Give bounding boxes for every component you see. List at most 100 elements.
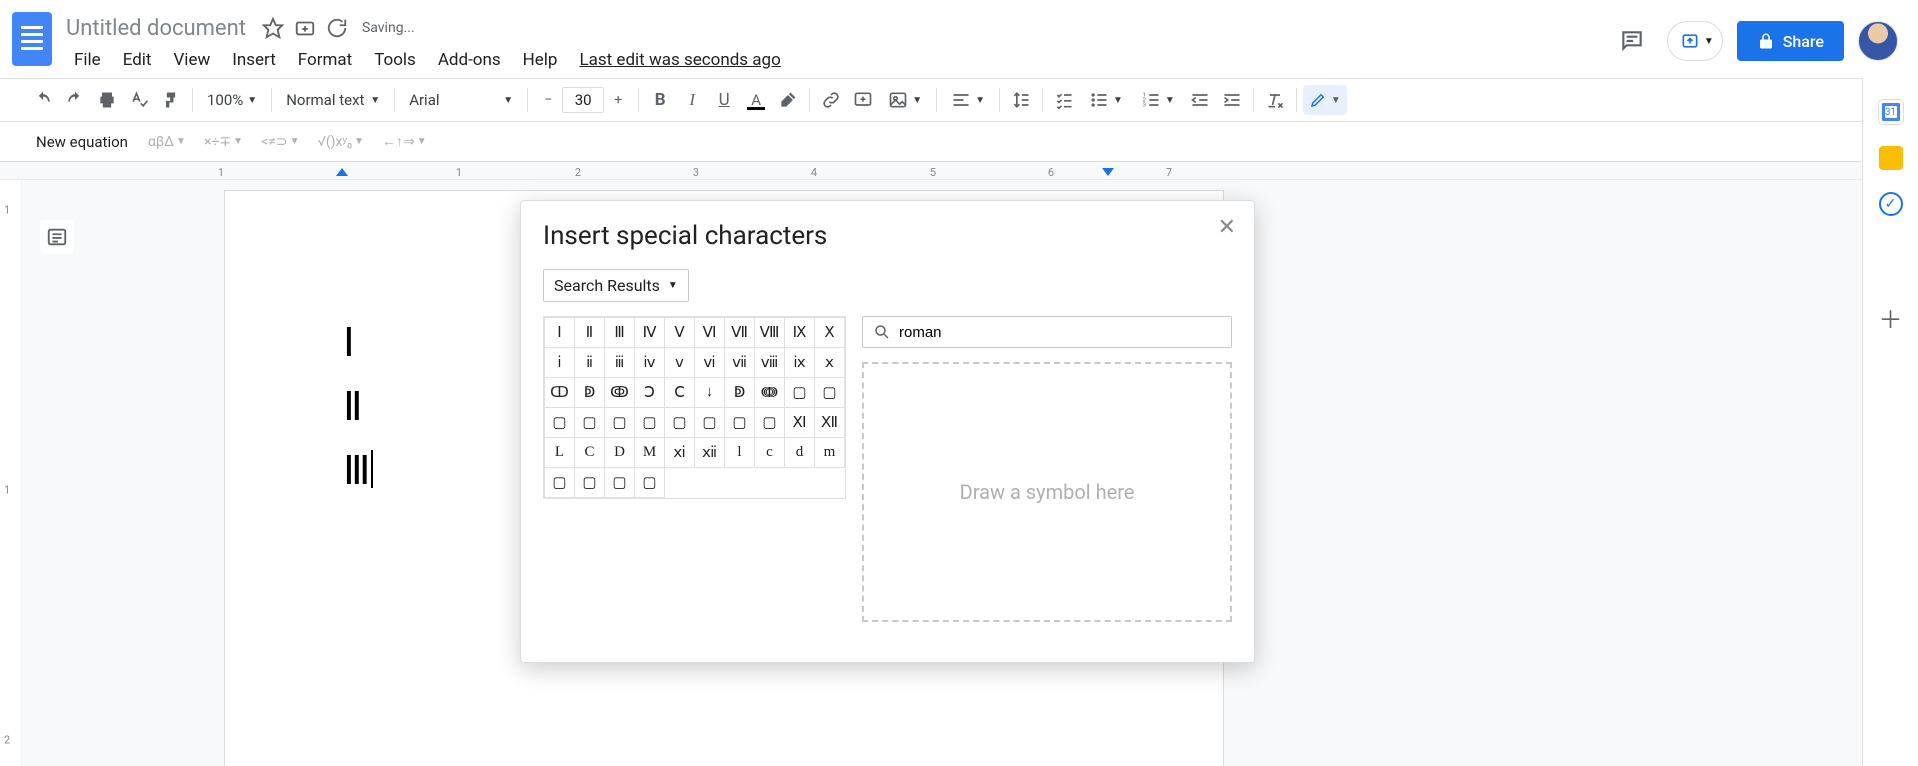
line-spacing-button[interactable] bbox=[1006, 85, 1036, 115]
character-cell[interactable]: ↁ bbox=[725, 378, 755, 408]
insert-image-button[interactable]: ▼ bbox=[880, 85, 930, 115]
eq-greek-dropdown[interactable]: αβΔ ▼ bbox=[142, 134, 192, 150]
character-cell[interactable]: ▢ bbox=[605, 468, 635, 498]
indent-left-marker[interactable] bbox=[336, 168, 348, 176]
character-cell[interactable]: ▢ bbox=[665, 408, 695, 438]
character-cell[interactable]: Ⅲ bbox=[605, 318, 635, 348]
character-cell[interactable]: ⅷ bbox=[755, 348, 785, 378]
indent-right-marker[interactable] bbox=[1102, 168, 1114, 176]
character-cell[interactable]: ▢ bbox=[725, 408, 755, 438]
clear-formatting-button[interactable] bbox=[1260, 85, 1290, 115]
category-dropdown[interactable]: Search Results ▼ bbox=[543, 269, 689, 302]
character-cell[interactable]: ⅱ bbox=[575, 348, 605, 378]
character-cell[interactable]: ⅹ bbox=[815, 348, 845, 378]
font-size-value[interactable]: 30 bbox=[562, 87, 604, 113]
character-cell[interactable]: ↀ bbox=[545, 378, 575, 408]
character-cell[interactable]: m bbox=[815, 438, 845, 468]
vertical-ruler[interactable]: 112 bbox=[0, 180, 22, 766]
editing-mode-button[interactable]: ▼ bbox=[1303, 85, 1347, 115]
eq-relations-dropdown[interactable]: <≠⊃ ▼ bbox=[255, 134, 305, 150]
character-cell[interactable]: ▢ bbox=[635, 468, 665, 498]
bullet-list-button[interactable]: ▼ bbox=[1081, 85, 1131, 115]
character-cell[interactable]: M bbox=[635, 438, 665, 468]
document-outline-button[interactable] bbox=[40, 220, 74, 254]
character-cell[interactable]: ⅸ bbox=[785, 348, 815, 378]
align-button[interactable]: ▼ bbox=[943, 85, 993, 115]
character-search[interactable] bbox=[862, 316, 1232, 348]
increase-indent-button[interactable] bbox=[1217, 85, 1247, 115]
character-cell[interactable]: Ⅽ bbox=[665, 378, 695, 408]
character-cell[interactable]: L bbox=[545, 438, 575, 468]
docs-logo[interactable] bbox=[12, 12, 52, 66]
character-cell[interactable]: C bbox=[575, 438, 605, 468]
character-cell[interactable]: Ⅺ bbox=[785, 408, 815, 438]
character-cell[interactable]: Ⅷ bbox=[755, 318, 785, 348]
undo-button[interactable] bbox=[28, 85, 58, 115]
document-title[interactable]: Untitled document bbox=[60, 14, 252, 43]
font-size-decrease[interactable]: − bbox=[534, 86, 562, 114]
menu-tools[interactable]: Tools bbox=[364, 46, 426, 74]
character-cell[interactable]: Ⅻ bbox=[815, 408, 845, 438]
keep-icon[interactable] bbox=[1879, 146, 1903, 170]
character-cell[interactable]: ▢ bbox=[605, 408, 635, 438]
menu-insert[interactable]: Insert bbox=[222, 46, 286, 74]
eq-operators-dropdown[interactable]: ×÷∓ ▼ bbox=[198, 134, 249, 150]
character-cell[interactable]: ⅻ bbox=[695, 438, 725, 468]
character-cell[interactable]: d bbox=[785, 438, 815, 468]
character-cell[interactable]: Ⅹ bbox=[815, 318, 845, 348]
character-cell[interactable]: ⅺ bbox=[665, 438, 695, 468]
character-cell[interactable]: D bbox=[605, 438, 635, 468]
character-cell[interactable]: ▢ bbox=[575, 408, 605, 438]
character-cell[interactable]: ▢ bbox=[545, 408, 575, 438]
menu-edit[interactable]: Edit bbox=[113, 46, 162, 74]
character-cell[interactable]: Ⅰ bbox=[545, 318, 575, 348]
character-cell[interactable]: ▢ bbox=[755, 408, 785, 438]
add-comment-button[interactable] bbox=[848, 85, 878, 115]
character-cell[interactable]: ⅳ bbox=[635, 348, 665, 378]
present-button[interactable]: ▼ bbox=[1667, 21, 1723, 61]
character-cell[interactable]: ↈ bbox=[755, 378, 785, 408]
character-cell[interactable]: ▢ bbox=[635, 408, 665, 438]
character-cell[interactable]: ▢ bbox=[785, 378, 815, 408]
character-cell[interactable]: ⅰ bbox=[545, 348, 575, 378]
bold-button[interactable]: B bbox=[645, 85, 675, 115]
character-cell[interactable]: ▢ bbox=[575, 468, 605, 498]
spellcheck-button[interactable] bbox=[124, 85, 154, 115]
character-cell[interactable]: ⅴ bbox=[665, 348, 695, 378]
share-button[interactable]: Share bbox=[1737, 21, 1844, 61]
text-color-button[interactable]: A bbox=[741, 85, 771, 115]
character-cell[interactable]: ↂ bbox=[605, 378, 635, 408]
character-cell[interactable]: Ⅱ bbox=[575, 318, 605, 348]
horizontal-ruler[interactable]: 11234567 bbox=[0, 162, 1918, 180]
menu-help[interactable]: Help bbox=[513, 46, 568, 74]
eq-math-dropdown[interactable]: √()xʸ₀ ▼ bbox=[312, 133, 371, 150]
italic-button[interactable]: I bbox=[677, 85, 707, 115]
decrease-indent-button[interactable] bbox=[1185, 85, 1215, 115]
numbered-list-button[interactable]: 123▼ bbox=[1133, 85, 1183, 115]
menu-view[interactable]: View bbox=[163, 46, 220, 74]
new-equation-button[interactable]: New equation bbox=[28, 129, 136, 155]
tasks-icon[interactable] bbox=[1879, 192, 1903, 216]
zoom-dropdown[interactable]: 100%▼ bbox=[199, 85, 265, 115]
character-cell[interactable]: ⅲ bbox=[605, 348, 635, 378]
menu-format[interactable]: Format bbox=[288, 46, 362, 74]
character-cell[interactable]: Ⅶ bbox=[725, 318, 755, 348]
highlight-button[interactable] bbox=[773, 85, 803, 115]
menu-file[interactable]: File bbox=[64, 46, 111, 74]
search-input[interactable] bbox=[899, 324, 1221, 341]
character-cell[interactable]: ▢ bbox=[545, 468, 575, 498]
avatar[interactable] bbox=[1858, 21, 1898, 61]
font-dropdown[interactable]: Arial▼ bbox=[401, 85, 521, 115]
draw-symbol-area[interactable]: Draw a symbol here bbox=[862, 362, 1232, 622]
checklist-button[interactable] bbox=[1049, 85, 1079, 115]
redo-button[interactable] bbox=[60, 85, 90, 115]
underline-button[interactable]: U bbox=[709, 85, 739, 115]
star-icon[interactable] bbox=[262, 17, 284, 39]
insert-link-button[interactable] bbox=[816, 85, 846, 115]
print-button[interactable] bbox=[92, 85, 122, 115]
character-cell[interactable]: ⅵ bbox=[695, 348, 725, 378]
eq-arrows-dropdown[interactable]: ←↑⇒ ▼ bbox=[376, 133, 433, 150]
character-cell[interactable]: Ⅵ bbox=[695, 318, 725, 348]
paint-format-button[interactable] bbox=[156, 85, 186, 115]
character-cell[interactable]: ▢ bbox=[815, 378, 845, 408]
